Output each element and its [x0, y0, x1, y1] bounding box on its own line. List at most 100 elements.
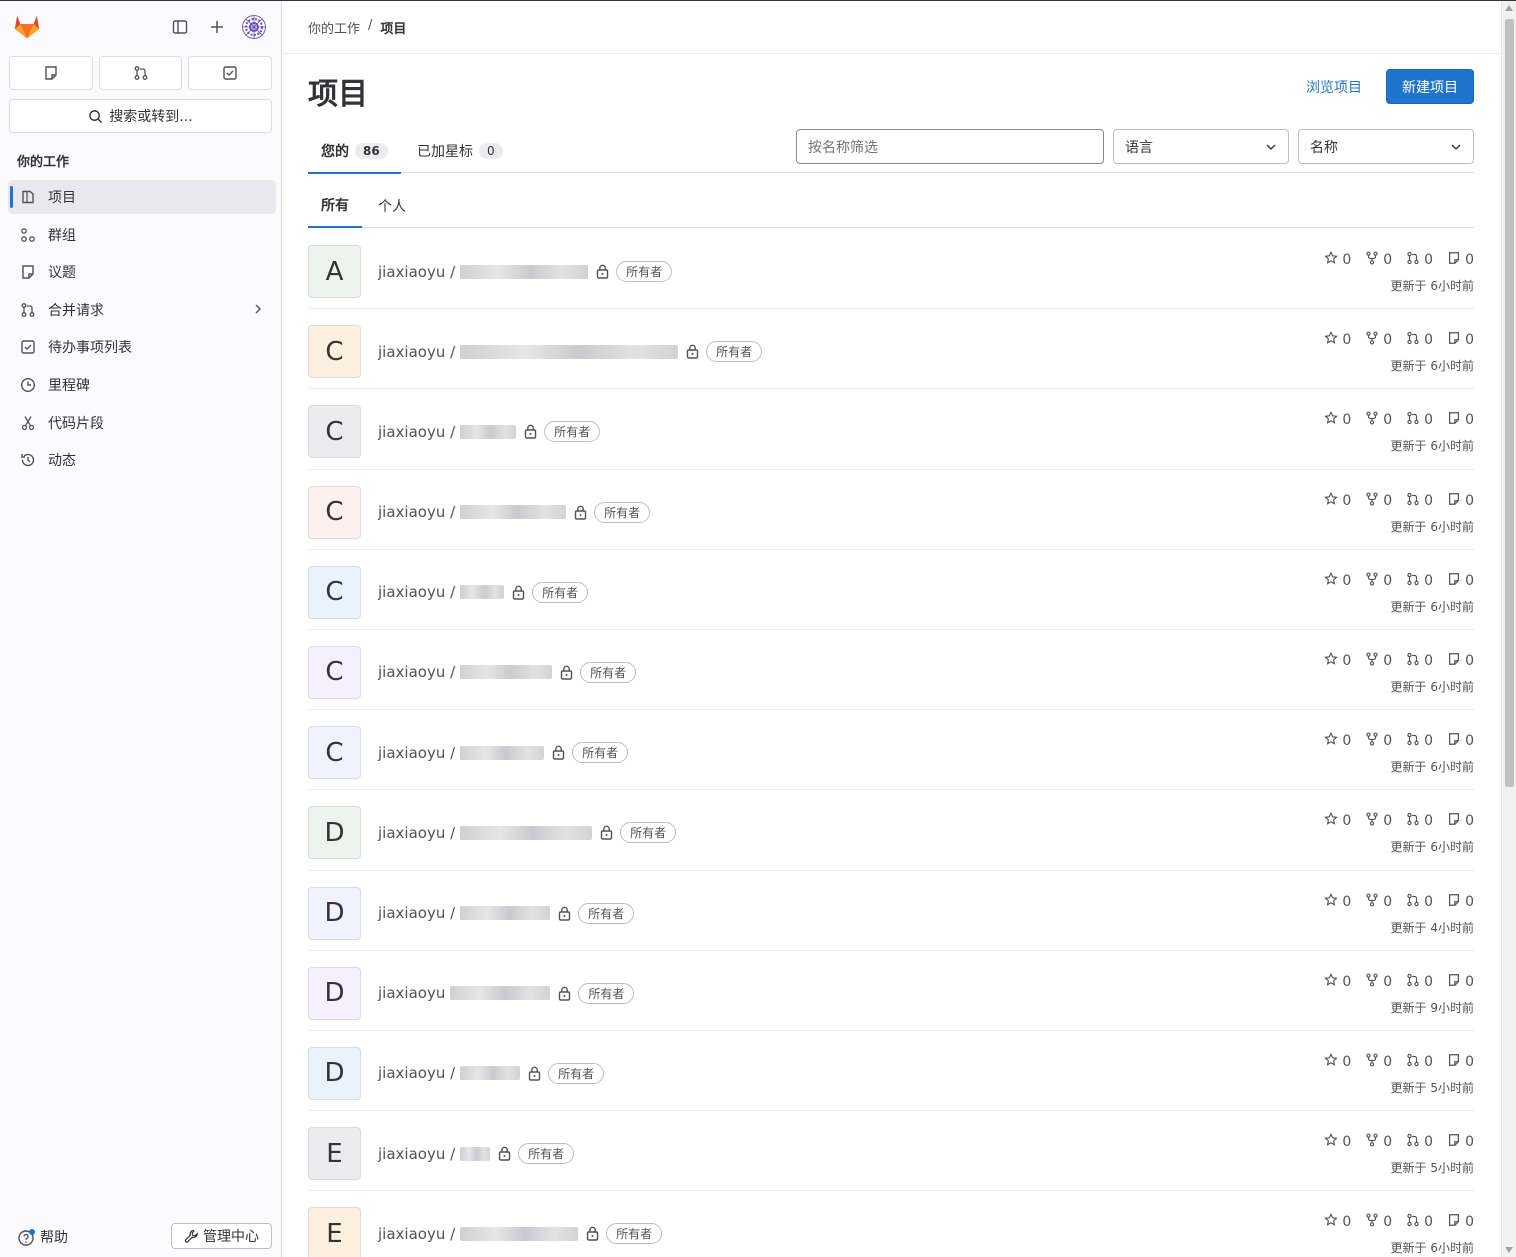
todos-quick-button[interactable]: [188, 56, 273, 90]
scrollbar-thumb[interactable]: [1505, 19, 1514, 787]
issues-count[interactable]: 0: [1447, 973, 1474, 991]
merge-requests-count[interactable]: 0: [1406, 732, 1433, 750]
sidebar-item-projects[interactable]: 项目: [8, 180, 276, 214]
project-name-link[interactable]: jiaxiaoyu / 所有者: [378, 661, 637, 683]
project-row[interactable]: Ejiaxiaoyu / 所有者 0 0 0 0 更新于 5小时前: [308, 1111, 1474, 1192]
project-row[interactable]: Cjiaxiaoyu / 所有者 0 0 0 0 更新于 6小时前: [308, 309, 1474, 390]
sidebar-item-issues[interactable]: 议题: [8, 255, 276, 289]
project-name-link[interactable]: jiaxiaoyu / 所有者: [378, 1062, 605, 1084]
project-avatar[interactable]: C: [308, 405, 361, 459]
project-name-link[interactable]: jiaxiaoyu / 所有者: [378, 1223, 663, 1245]
project-avatar[interactable]: C: [308, 485, 361, 539]
new-project-button[interactable]: 新建项目: [1386, 69, 1474, 104]
project-row[interactable]: Ejiaxiaoyu / 所有者 0 0 0 0 更新于 6小时前: [308, 1191, 1474, 1257]
user-avatar[interactable]: [242, 15, 266, 39]
plus-icon[interactable]: [205, 15, 229, 39]
forks-count[interactable]: 0: [1365, 411, 1392, 429]
forks-count[interactable]: 0: [1365, 572, 1392, 590]
sort-select[interactable]: 名称: [1298, 129, 1474, 164]
help-button[interactable]: 帮助: [18, 1227, 68, 1247]
sidebar-item-todos[interactable]: 待办事项列表: [8, 330, 276, 364]
scroll-up-arrow-icon[interactable]: [1505, 5, 1513, 11]
forks-count[interactable]: 0: [1365, 331, 1392, 349]
forks-count[interactable]: 0: [1365, 1213, 1392, 1231]
issues-count[interactable]: 0: [1447, 331, 1474, 349]
merge-requests-count[interactable]: 0: [1406, 492, 1433, 510]
forks-count[interactable]: 0: [1365, 492, 1392, 510]
forks-count[interactable]: 0: [1365, 652, 1392, 670]
project-name-link[interactable]: jiaxiaoyu / 所有者: [378, 501, 651, 523]
explore-projects-link[interactable]: 浏览项目: [1306, 77, 1362, 97]
project-avatar[interactable]: C: [308, 565, 361, 619]
merge-requests-count[interactable]: 0: [1406, 331, 1433, 349]
project-name-link[interactable]: jiaxiaoyu / 所有者: [378, 341, 763, 363]
issues-count[interactable]: 0: [1447, 251, 1474, 269]
gitlab-logo-icon[interactable]: [12, 11, 42, 41]
stars-count[interactable]: 0: [1324, 892, 1351, 911]
stars-count[interactable]: 0: [1324, 972, 1351, 991]
issues-count[interactable]: 0: [1447, 1133, 1474, 1151]
issues-count[interactable]: 0: [1447, 1213, 1474, 1231]
sidebar-item-activity[interactable]: 动态: [8, 443, 276, 477]
stars-count[interactable]: 0: [1324, 491, 1351, 510]
merge-requests-count[interactable]: 0: [1406, 251, 1433, 269]
project-avatar[interactable]: D: [308, 966, 361, 1020]
project-row[interactable]: Cjiaxiaoyu / 所有者 0 0 0 0 更新于 6小时前: [308, 470, 1474, 550]
project-row[interactable]: Cjiaxiaoyu / 所有者 0 0 0 0 更新于 6小时前: [308, 710, 1474, 791]
merge-requests-count[interactable]: 0: [1406, 572, 1433, 590]
project-name-link[interactable]: jiaxiaoyu / 所有者: [378, 261, 673, 282]
tab-personal[interactable]: 个人: [365, 183, 419, 228]
stars-count[interactable]: 0: [1324, 1133, 1351, 1151]
issues-count[interactable]: 0: [1447, 492, 1474, 510]
forks-count[interactable]: 0: [1365, 732, 1392, 750]
merge-requests-count[interactable]: 0: [1406, 1213, 1433, 1231]
language-select[interactable]: 语言: [1113, 129, 1289, 164]
stars-count[interactable]: 0: [1324, 651, 1351, 670]
sidebar-item-groups[interactable]: 群组: [8, 218, 276, 252]
project-row[interactable]: Cjiaxiaoyu / 所有者 0 0 0 0 更新于 6小时前: [308, 630, 1474, 711]
project-avatar[interactable]: C: [308, 325, 361, 379]
issues-count[interactable]: 0: [1447, 812, 1474, 830]
merge-requests-count[interactable]: 0: [1406, 1133, 1433, 1151]
page-scrollbar[interactable]: [1501, 1, 1516, 1257]
issues-count[interactable]: 0: [1447, 732, 1474, 750]
merge-requests-count[interactable]: 0: [1406, 812, 1433, 830]
stars-count[interactable]: 0: [1324, 411, 1351, 429]
stars-count[interactable]: 0: [1324, 250, 1351, 269]
scroll-down-arrow-icon[interactable]: [1505, 1247, 1513, 1253]
issues-count[interactable]: 0: [1447, 652, 1474, 670]
project-avatar[interactable]: A: [308, 245, 361, 298]
stars-count[interactable]: 0: [1324, 1213, 1351, 1231]
tab-starred[interactable]: 已加星标 0: [404, 129, 516, 173]
project-avatar[interactable]: E: [308, 1207, 361, 1257]
merge-requests-count[interactable]: 0: [1406, 973, 1433, 991]
project-row[interactable]: Djiaxiaoyu / 所有者 0 0 0 0 更新于 4小时前: [308, 871, 1474, 951]
project-name-link[interactable]: jiaxiaoyu / 所有者: [378, 1143, 575, 1165]
merge-requests-quick-button[interactable]: [98, 56, 183, 90]
project-name-link[interactable]: jiaxiaoyu / 所有者: [378, 902, 635, 924]
project-row[interactable]: Ajiaxiaoyu / 所有者 0 0 0 0 更新于 6小时前: [308, 229, 1474, 310]
breadcrumb-parent[interactable]: 你的工作: [308, 18, 360, 37]
issues-count[interactable]: 0: [1447, 1053, 1474, 1071]
admin-area-button[interactable]: 管理中心: [171, 1223, 272, 1249]
issues-quick-button[interactable]: [9, 56, 93, 90]
sidebar-item-merge-requests[interactable]: 合并请求: [8, 293, 276, 327]
issues-count[interactable]: 0: [1447, 572, 1474, 590]
stars-count[interactable]: 0: [1324, 571, 1351, 590]
forks-count[interactable]: 0: [1365, 812, 1392, 830]
merge-requests-count[interactable]: 0: [1406, 411, 1433, 429]
project-name-link[interactable]: jiaxiaoyu / 所有者: [378, 742, 629, 764]
name-filter-input[interactable]: 按名称筛选: [796, 129, 1104, 164]
project-row[interactable]: Cjiaxiaoyu / 所有者 0 0 0 0 更新于 6小时前: [308, 389, 1474, 470]
project-row[interactable]: Djiaxiaoyu 所有者 0 0 0 0 更新于 9小时前: [308, 951, 1474, 1031]
tab-yours[interactable]: 您的 86: [308, 129, 401, 174]
project-row[interactable]: Djiaxiaoyu / 所有者 0 0 0 0 更新于 5小时前: [308, 1031, 1474, 1112]
issues-count[interactable]: 0: [1447, 893, 1474, 911]
project-row[interactable]: Djiaxiaoyu / 所有者 0 0 0 0 更新于 6小时前: [308, 790, 1474, 871]
project-name-link[interactable]: jiaxiaoyu / 所有者: [378, 421, 601, 443]
merge-requests-count[interactable]: 0: [1406, 652, 1433, 670]
stars-count[interactable]: 0: [1324, 1052, 1351, 1071]
forks-count[interactable]: 0: [1365, 973, 1392, 991]
sidebar-toggle-icon[interactable]: [168, 15, 192, 39]
forks-count[interactable]: 0: [1365, 1133, 1392, 1151]
